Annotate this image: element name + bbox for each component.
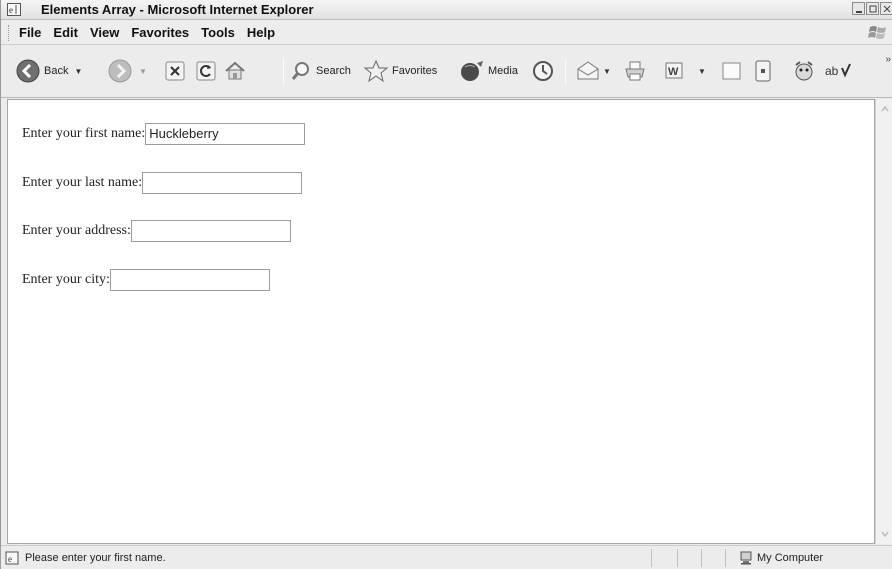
menu-file[interactable]: File bbox=[19, 25, 47, 40]
favorites-button[interactable]: Favorites bbox=[363, 56, 437, 86]
minimize-button[interactable] bbox=[852, 2, 865, 15]
svg-text:ab: ab bbox=[825, 64, 839, 78]
status-bar: e Please enter your first name. My Compu… bbox=[1, 545, 892, 569]
back-label: Back bbox=[44, 65, 69, 77]
svg-text:W: W bbox=[668, 66, 679, 78]
stop-button[interactable] bbox=[164, 56, 186, 86]
back-arrow-icon bbox=[16, 59, 40, 83]
stop-icon bbox=[165, 61, 185, 81]
status-message: Please enter your first name. bbox=[25, 552, 166, 564]
address-row: Enter your address: bbox=[22, 220, 291, 242]
menu-bar: File Edit View Favorites Tools Help bbox=[1, 21, 892, 45]
addon-button[interactable] bbox=[791, 56, 817, 86]
city-input[interactable] bbox=[109, 269, 270, 291]
address-input[interactable] bbox=[130, 220, 291, 242]
scroll-up-icon[interactable] bbox=[879, 103, 891, 115]
history-icon bbox=[533, 61, 553, 81]
last-name-label: Enter your last name: bbox=[22, 175, 143, 190]
close-button[interactable] bbox=[880, 2, 892, 15]
print-icon bbox=[625, 61, 645, 81]
favorites-label: Favorites bbox=[392, 65, 438, 77]
forward-button[interactable]: ▼ bbox=[107, 56, 147, 86]
menu-view[interactable]: View bbox=[84, 25, 125, 40]
history-button[interactable] bbox=[531, 56, 555, 86]
menu-edit[interactable]: Edit bbox=[47, 25, 84, 40]
back-dropdown-icon[interactable]: ▼ bbox=[74, 67, 82, 76]
svg-text:e: e bbox=[8, 554, 12, 564]
home-icon bbox=[225, 61, 245, 80]
discuss-button[interactable] bbox=[721, 56, 743, 86]
toolbar: Back ▼ ▼ Search Favorites Media ▼ W ▼ ab… bbox=[1, 46, 892, 98]
city-row: Enter your city: bbox=[22, 269, 270, 291]
last-name-row: Enter your last name: bbox=[22, 172, 303, 194]
computer-zone-icon bbox=[739, 551, 753, 565]
refresh-button[interactable] bbox=[195, 56, 217, 86]
favorites-star-icon bbox=[363, 59, 389, 83]
page-status-icon: e bbox=[5, 551, 19, 565]
windows-logo-icon bbox=[867, 23, 889, 43]
print-button[interactable] bbox=[623, 56, 647, 86]
menu-help[interactable]: Help bbox=[241, 25, 281, 40]
media-button[interactable]: Media bbox=[459, 56, 518, 86]
addon-face-icon bbox=[795, 61, 813, 81]
svg-text:e: e bbox=[9, 5, 13, 15]
toolbar-overflow-icon[interactable]: » bbox=[885, 54, 891, 65]
media-label: Media bbox=[488, 65, 518, 77]
edit-dropdown-icon[interactable]: ▼ bbox=[698, 67, 706, 76]
window-title: Elements Array - Microsoft Internet Expl… bbox=[41, 2, 314, 17]
ie-page-icon: e bbox=[7, 3, 21, 16]
first-name-input[interactable]: Huckleberry bbox=[145, 123, 306, 145]
forward-dropdown-icon[interactable]: ▼ bbox=[139, 67, 147, 76]
word-edit-icon: W bbox=[665, 62, 683, 79]
search-button[interactable]: Search bbox=[289, 56, 351, 86]
mail-icon bbox=[577, 61, 599, 80]
back-button[interactable]: Back ▼ bbox=[15, 56, 82, 86]
edit-button[interactable]: W ▼ bbox=[664, 56, 706, 86]
first-name-label: Enter your first name: bbox=[22, 126, 146, 141]
menu-grip[interactable] bbox=[8, 25, 11, 41]
scroll-down-icon[interactable] bbox=[879, 528, 891, 540]
messenger-icon bbox=[755, 60, 771, 82]
address-label: Enter your address: bbox=[22, 223, 131, 238]
last-name-input[interactable] bbox=[142, 172, 303, 194]
home-button[interactable] bbox=[223, 56, 247, 86]
city-label: Enter your city: bbox=[22, 272, 110, 287]
maximize-button[interactable] bbox=[866, 2, 879, 15]
refresh-icon bbox=[196, 61, 216, 81]
search-icon bbox=[291, 62, 309, 80]
title-bar: e Elements Array - Microsoft Internet Ex… bbox=[1, 0, 892, 20]
menu-favorites[interactable]: Favorites bbox=[125, 25, 195, 40]
window-controls bbox=[852, 2, 892, 15]
discuss-icon bbox=[722, 62, 741, 80]
mail-dropdown-icon[interactable]: ▼ bbox=[603, 67, 611, 76]
search-label: Search bbox=[316, 65, 351, 77]
vertical-scrollbar[interactable] bbox=[875, 99, 892, 544]
security-zone-label: My Computer bbox=[757, 552, 824, 564]
mail-button[interactable]: ▼ bbox=[575, 56, 611, 86]
browser-window: e Elements Array - Microsoft Internet Ex… bbox=[0, 0, 892, 569]
media-icon bbox=[461, 61, 483, 81]
spellcheck-button[interactable]: ab bbox=[824, 56, 852, 86]
page-content: Enter your first name: Huckleberry Enter… bbox=[7, 99, 875, 544]
forward-arrow-icon bbox=[108, 59, 132, 83]
menu-tools[interactable]: Tools bbox=[195, 25, 241, 40]
messenger-button[interactable] bbox=[754, 56, 772, 86]
spellcheck-icon: ab bbox=[825, 63, 851, 78]
first-name-row: Enter your first name: Huckleberry bbox=[22, 123, 306, 145]
